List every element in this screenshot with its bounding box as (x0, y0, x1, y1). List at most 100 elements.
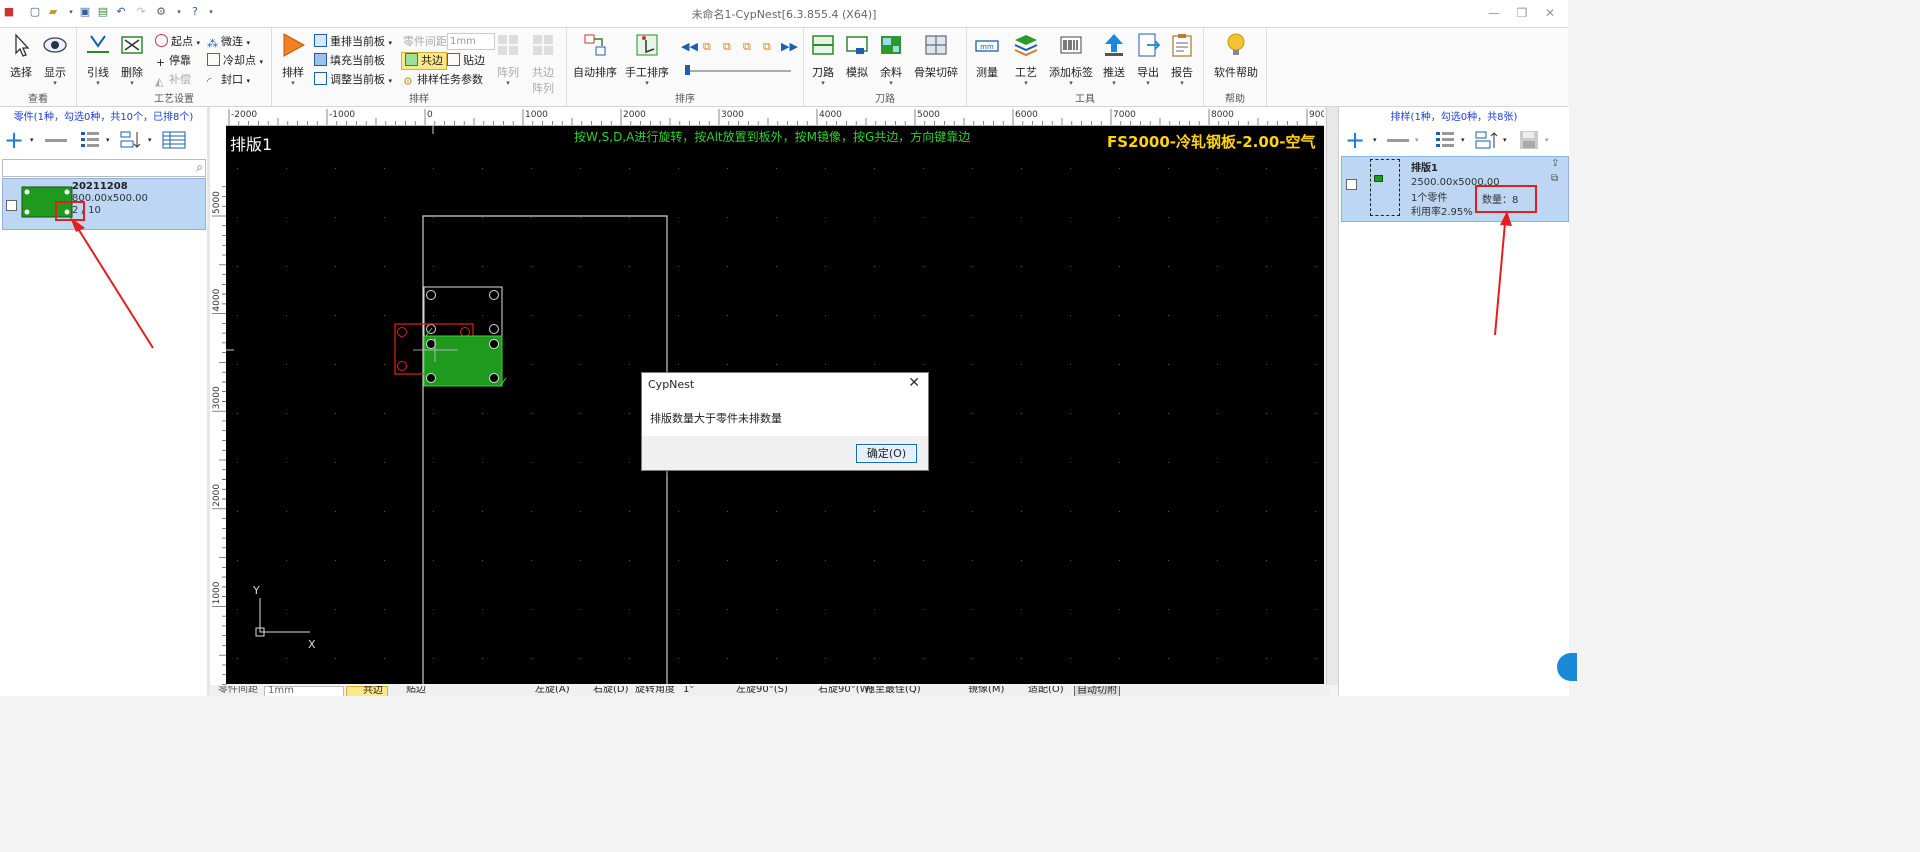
micro-joint-button[interactable]: ⁂ 微连 ▾ (207, 34, 250, 50)
status-rotate-right[interactable]: 右旋(D) (593, 686, 629, 696)
grid-dot (972, 462, 973, 463)
grid-dot (433, 560, 434, 561)
remnant-button[interactable]: 余料 ▾ (876, 32, 906, 87)
part-spacing-input[interactable]: 1mm (447, 33, 495, 50)
status-rotate-angle-value[interactable]: 1° (683, 686, 694, 696)
grid-dot (776, 266, 777, 267)
grid-dot (972, 658, 973, 659)
export-button[interactable]: 导出 ▾ (1133, 32, 1163, 87)
sort-slider-thumb[interactable] (685, 65, 690, 75)
grid-dot (923, 511, 924, 512)
sort-progress-slider[interactable] (685, 70, 791, 72)
seal-button[interactable]: ◜ 封口 ▾ (207, 72, 250, 88)
grid-dot (972, 364, 973, 365)
status-rotate-left[interactable]: 左旋(A) (535, 686, 570, 696)
grid-dot (923, 364, 924, 365)
add-label-label: 添加标签 (1049, 66, 1093, 79)
dialog-ok-button[interactable]: 确定(O) (856, 444, 917, 463)
common-edge-toggle[interactable]: 共边 (401, 52, 447, 70)
fill-current-button[interactable]: 填充当前板 (314, 53, 385, 69)
status-auto-cut[interactable]: 自动切附 (1074, 686, 1120, 696)
grid-dot (1168, 364, 1169, 365)
sort-step-back-icon[interactable]: ⧉ (723, 40, 731, 54)
grid-dot (580, 658, 581, 659)
report-label: 报告 (1171, 66, 1193, 79)
ribbon-group-label: 帮助 (1225, 94, 1245, 105)
cooling-point-button[interactable]: 冷却点 ▾ (207, 53, 263, 69)
grid-dot (531, 315, 532, 316)
status-mirror[interactable]: 镜像(M) (968, 686, 1004, 696)
simulate-button[interactable]: 模拟 (842, 32, 872, 80)
status-left-90[interactable]: 左旋90°(S) (736, 686, 788, 696)
restore-icon[interactable]: ❐ (1510, 3, 1534, 23)
common-array-button[interactable]: 共边 阵列 (528, 32, 558, 96)
grid-dot (727, 217, 728, 218)
sort-step-forward-icon[interactable]: ⧉ (743, 40, 751, 54)
eye-icon (43, 37, 67, 53)
grid-dot (874, 364, 875, 365)
material-label: FS2000-冷轧钢板-2.00-空气 (1107, 133, 1316, 151)
sort-first-icon[interactable]: ◀◀ (681, 40, 698, 53)
dialog-close-icon[interactable]: ✕ (908, 375, 920, 391)
lead-label: 引线 (87, 66, 109, 79)
grid-dot (237, 364, 238, 365)
grid-dot (972, 217, 973, 218)
status-spacing-input[interactable]: 1mm (264, 686, 344, 696)
nest-params-button[interactable]: ⚙ 排样任务参数 (403, 72, 483, 88)
sort-next-icon[interactable]: ⧉ (763, 40, 771, 54)
push-button[interactable]: 推送 ▾ (1099, 32, 1129, 87)
toolpath-button[interactable]: 刀路 ▾ (808, 32, 838, 87)
stick-edge-toggle[interactable]: 贴边 (447, 53, 485, 69)
software-help-label: 软件帮助 (1214, 66, 1258, 79)
minimize-icon[interactable]: — (1482, 3, 1506, 23)
grid-dot (1021, 658, 1022, 659)
software-help-button[interactable]: 软件帮助 (1212, 32, 1260, 80)
grid-dot (972, 315, 973, 316)
grid-dot (433, 217, 434, 218)
status-spacing-value: 1mm (268, 686, 294, 696)
sort-last-icon[interactable]: ▶▶ (781, 40, 798, 53)
status-fit[interactable]: 适配(O) (1028, 686, 1064, 696)
grid-dot (482, 217, 483, 218)
grid-dot (433, 462, 434, 463)
ruler-x-label: 3000 (721, 110, 744, 120)
stop-point-button[interactable]: + 停靠 (155, 53, 191, 69)
skeleton-cut-button[interactable]: 骨架切碎 (910, 32, 962, 80)
sort-prev-icon[interactable]: ⧉ (703, 40, 711, 54)
manual-sort-label: 手工排序 (625, 66, 669, 79)
renest-current-button[interactable]: 重排当前板 ▾ (314, 34, 392, 50)
compensate-button[interactable]: ◭ 补偿 (155, 72, 191, 88)
lead-button[interactable]: 引线 ▾ (83, 32, 113, 87)
grid-dot (1119, 168, 1120, 169)
ruler-x-label: 0 (427, 110, 433, 120)
add-label-button[interactable]: 添加标签 ▾ (1047, 32, 1095, 87)
grid-dot (286, 315, 287, 316)
start-point-button[interactable]: 起点 ▾ (155, 34, 200, 50)
process-button[interactable]: 工艺 ▾ (1011, 32, 1041, 87)
manual-sort-button[interactable]: 手工排序 ▾ (625, 32, 669, 87)
status-common-edge-toggle[interactable]: 共边 (346, 686, 388, 696)
array-button[interactable]: 阵列 ▾ (494, 32, 522, 87)
grid-dot (923, 609, 924, 610)
grid-dot (1168, 217, 1169, 218)
status-drag-best[interactable]: 拖至最佳(Q) (865, 686, 921, 696)
nest-button[interactable]: 排样 ▾ (278, 32, 308, 87)
grid-dot (727, 364, 728, 365)
ruler-x-label: -2000 (231, 110, 257, 120)
grid-dot (286, 658, 287, 659)
floating-assist-button[interactable] (1557, 653, 1577, 681)
close-icon[interactable]: ✕ (1538, 3, 1562, 23)
measure-button[interactable]: mm 测量 (971, 32, 1003, 80)
adjust-current-button[interactable]: 调整当前板 ▾ (314, 72, 392, 88)
delete-button[interactable]: 删除 ▾ (117, 32, 147, 87)
display-button[interactable]: 显示 ▾ (40, 32, 70, 87)
grid-dot (1021, 168, 1022, 169)
grid-dot (531, 560, 532, 561)
common-edge-label: 共边 (421, 54, 443, 67)
right-annotation-arrow (1494, 211, 1512, 336)
select-button[interactable]: 选择 (6, 32, 36, 80)
auto-sort-button[interactable]: 自动排序 (573, 32, 617, 80)
report-button[interactable]: 报告 ▾ (1167, 32, 1197, 87)
status-stick-edge-label[interactable]: 贴边 (406, 686, 426, 696)
grid-dot (923, 315, 924, 316)
